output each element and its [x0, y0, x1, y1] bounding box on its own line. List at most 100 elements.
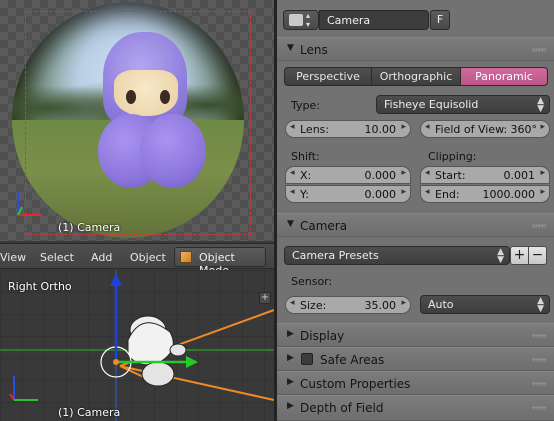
clip-end-field[interactable]: ◂ End: 1000.000 ▸ — [420, 185, 550, 203]
datablock-browse-button[interactable]: ▴ ▾ — [283, 10, 319, 30]
decrement-arrow-icon[interactable]: ◂ — [290, 187, 295, 197]
menu-object[interactable]: Object — [130, 251, 166, 264]
menu-view[interactable]: View — [0, 251, 26, 264]
tab-perspective[interactable]: Perspective — [284, 67, 372, 86]
shift-x-field[interactable]: ◂ X: 0.000 ▸ — [285, 166, 411, 184]
tab-panoramic[interactable]: Panoramic — [460, 67, 548, 86]
increment-arrow-icon[interactable]: ▸ — [401, 122, 406, 132]
collapsed-triangle-icon: ▶ — [287, 377, 294, 387]
mode-dropdown[interactable]: Object Mode — [174, 247, 266, 277]
updown-arrow-icon: ▲ ▼ — [497, 247, 504, 265]
sensor-fit-value: Auto — [428, 298, 454, 311]
size-value: 35.00 — [364, 299, 397, 312]
camera-presets-value: Camera Presets — [292, 249, 379, 262]
toolshelf-toggle-icon[interactable]: + — [259, 292, 271, 304]
updown-arrow-icon: ▲ ▼ — [537, 96, 544, 114]
properties-editor: ▴ ▾ Camera F ▼ Lens Perspective Orthograp… — [277, 0, 554, 421]
active-object-label: (1) Camera — [58, 406, 121, 419]
custom-properties-panel-header[interactable]: ▶ Custom Properties — [277, 371, 554, 395]
panel-grip-icon[interactable] — [532, 406, 546, 410]
sensor-label: Sensor: — [291, 275, 333, 288]
lens-panel-title: Lens — [300, 43, 328, 57]
clip-start-field[interactable]: ◂ Start: 0.001 ▸ — [420, 166, 550, 184]
clipping-label: Clipping: — [428, 150, 477, 163]
right-ortho-viewport[interactable]: Right Ortho (1) Camera + — [0, 270, 274, 421]
depth-of-field-panel-header[interactable]: ▶ Depth of Field — [277, 395, 554, 421]
clip-start-label: Start: — [435, 169, 466, 182]
collapsed-triangle-icon: ▶ — [287, 329, 294, 339]
decrement-arrow-icon[interactable]: ◂ — [425, 187, 430, 197]
expand-triangle-icon: ▼ — [287, 219, 294, 229]
fov-label: Field of View: — [435, 123, 508, 136]
lens-panel-body: Perspective Orthographic Panoramic Type:… — [277, 61, 554, 213]
tab-orthographic[interactable]: Orthographic — [371, 67, 461, 86]
lens-field[interactable]: ◂ Lens: 10.00 ▸ — [285, 120, 411, 138]
display-panel-header[interactable]: ▶ Display — [277, 323, 554, 347]
sensor-fit-dropdown[interactable]: Auto ▲ ▼ — [420, 295, 550, 314]
updown-arrow-icon: ▲ ▼ — [537, 296, 544, 314]
collapsed-triangle-icon: ▶ — [287, 401, 294, 411]
shift-y-value: 0.000 — [364, 188, 397, 201]
increment-arrow-icon[interactable]: ▸ — [401, 298, 406, 308]
menu-add[interactable]: Add — [91, 251, 112, 264]
increment-arrow-icon[interactable]: ▸ — [540, 187, 545, 197]
camera-data-icon — [289, 14, 303, 26]
shift-y-field[interactable]: ◂ Y: 0.000 ▸ — [285, 185, 411, 203]
expand-triangle-icon: ▼ — [287, 43, 294, 53]
fov-value: 360° — [510, 123, 538, 136]
size-label: Size: — [300, 299, 327, 312]
panel-grip-icon[interactable] — [532, 48, 546, 52]
decrement-arrow-icon[interactable]: ◂ — [290, 298, 295, 308]
collapsed-triangle-icon: ▶ — [287, 353, 294, 363]
clip-start-value: 0.001 — [503, 169, 536, 182]
camera-panel-title: Camera — [300, 219, 348, 233]
custom-properties-panel-title: Custom Properties — [300, 377, 411, 391]
panorama-type-dropdown[interactable]: Fisheye Equisolid ▲ ▼ — [376, 95, 550, 114]
increment-arrow-icon[interactable]: ▸ — [401, 187, 406, 197]
view3d-header: View Select Add Object Object Mode — [0, 243, 274, 277]
safe-areas-panel-title: Safe Areas — [320, 353, 385, 367]
projection-tabs: Perspective Orthographic Panoramic — [284, 67, 548, 86]
shift-x-label: X: — [300, 169, 312, 182]
decrement-arrow-icon[interactable]: ◂ — [425, 168, 430, 178]
camera-panel-header[interactable]: ▼ Camera — [277, 213, 554, 237]
menu-select[interactable]: Select — [40, 251, 74, 264]
clip-end-label: End: — [435, 188, 460, 201]
camera-preview-viewport[interactable]: (1) Camera — [0, 0, 274, 241]
shift-x-value: 0.000 — [364, 169, 397, 182]
camera-view-label: (1) Camera — [58, 221, 121, 234]
add-preset-button[interactable]: + — [510, 246, 529, 265]
panel-grip-icon[interactable] — [532, 334, 546, 338]
shift-y-label: Y: — [300, 188, 309, 201]
sensor-size-field[interactable]: ◂ Size: 35.00 ▸ — [285, 296, 411, 314]
panel-grip-icon[interactable] — [532, 382, 546, 386]
increment-arrow-icon[interactable]: ▸ — [540, 122, 545, 132]
increment-arrow-icon[interactable]: ▸ — [401, 168, 406, 178]
lens-label: Lens: — [300, 123, 330, 136]
camera-presets-dropdown[interactable]: Camera Presets ▲ ▼ — [284, 246, 510, 265]
decrement-arrow-icon[interactable]: ◂ — [425, 122, 430, 132]
properties-header: ▴ ▾ Camera F — [277, 0, 554, 38]
decrement-arrow-icon[interactable]: ◂ — [290, 122, 295, 132]
camera-frame-border — [25, 11, 251, 235]
decrement-arrow-icon[interactable]: ◂ — [290, 168, 295, 178]
clip-end-value: 1000.000 — [482, 188, 536, 201]
axis-gizmo-icon — [17, 191, 42, 216]
lens-value: 10.00 — [364, 123, 397, 136]
increment-arrow-icon[interactable]: ▸ — [540, 168, 545, 178]
datablock-name-field[interactable]: Camera — [319, 10, 429, 30]
safe-areas-checkbox[interactable] — [301, 353, 313, 365]
shift-label: Shift: — [291, 150, 320, 163]
depth-of-field-panel-title: Depth of Field — [300, 401, 384, 415]
view-name-label: Right Ortho — [8, 280, 72, 293]
fake-user-button[interactable]: F — [430, 10, 450, 30]
camera-panel-body: Camera Presets ▲ ▼ + − Sensor: ◂ Size: 35… — [277, 237, 554, 323]
panel-grip-icon[interactable] — [532, 224, 546, 228]
remove-preset-button[interactable]: − — [528, 246, 547, 265]
safe-areas-panel-header[interactable]: ▶ Safe Areas — [277, 347, 554, 371]
panel-grip-icon[interactable] — [532, 358, 546, 362]
datablock-name: Camera — [327, 14, 371, 27]
display-panel-title: Display — [300, 329, 345, 343]
lens-panel-header[interactable]: ▼ Lens — [277, 37, 554, 61]
field-of-view-field[interactable]: ◂ Field of View: 360° ▸ — [420, 120, 550, 138]
